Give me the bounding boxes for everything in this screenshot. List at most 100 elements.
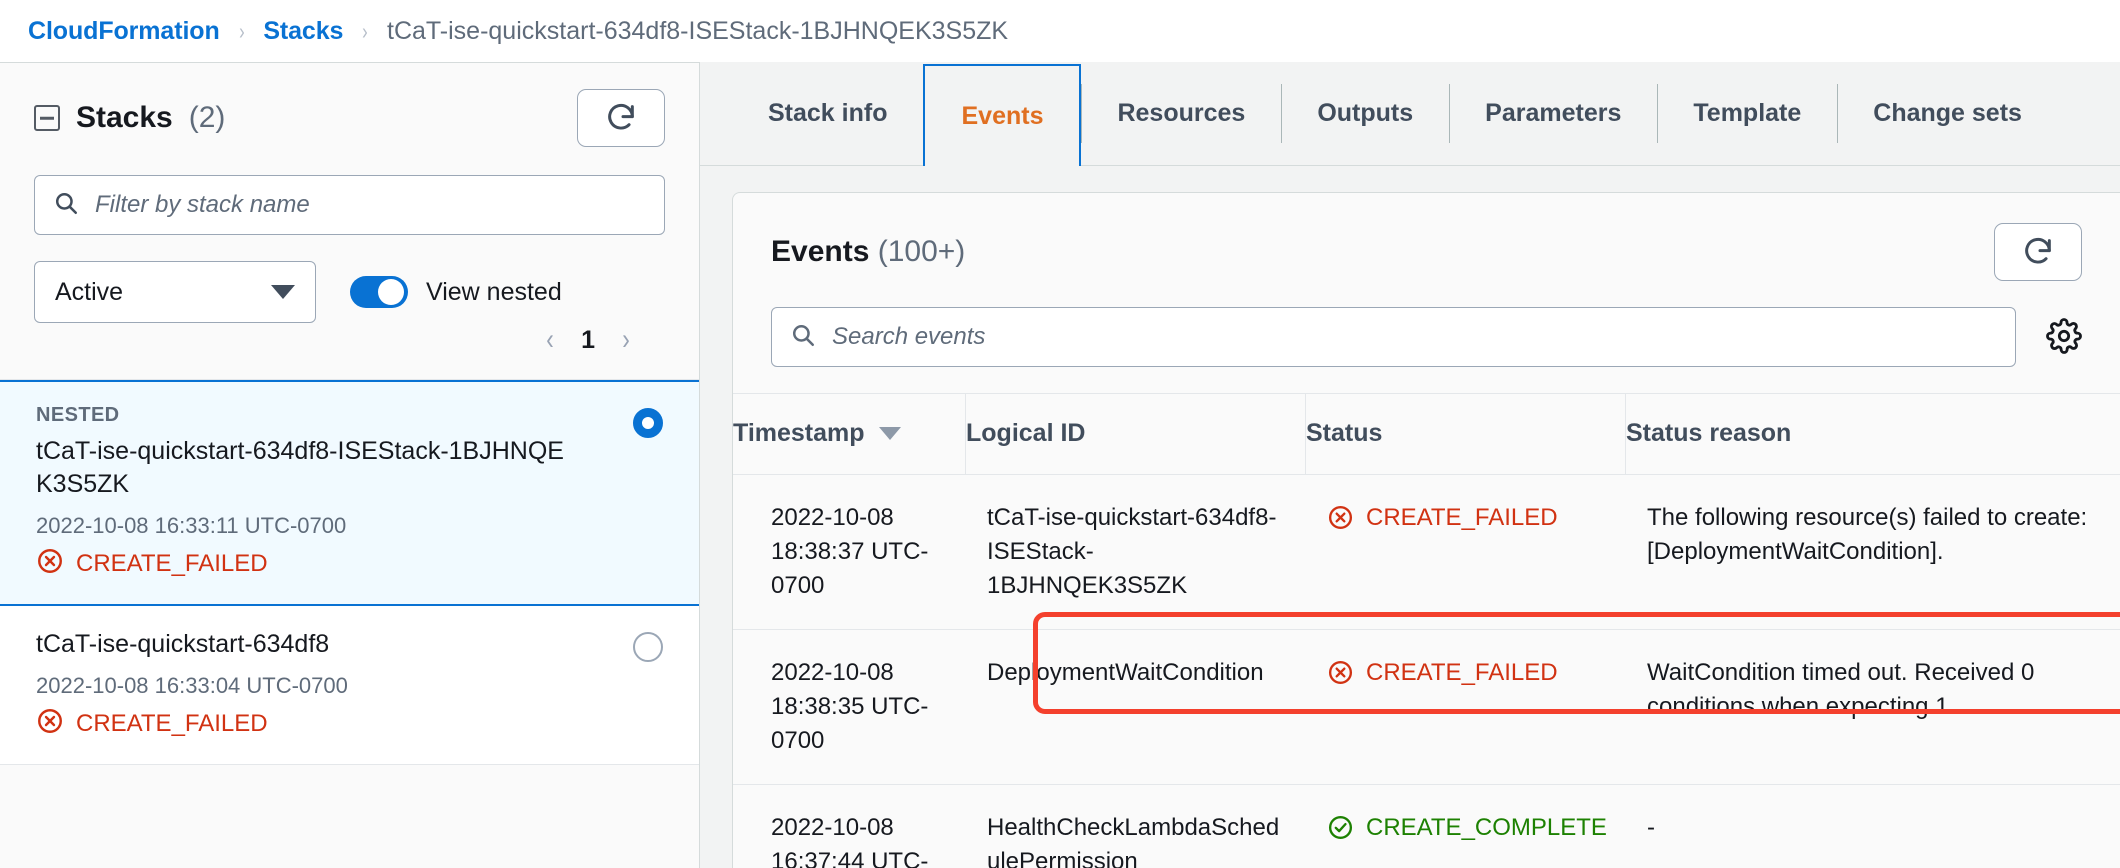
status-badge: CREATE_FAILED [1327, 656, 1601, 696]
error-circle-icon [36, 707, 64, 740]
column-header-logical-id[interactable]: Logical ID [965, 394, 1305, 474]
events-table: Timestamp Logical ID Status Status reaso… [733, 393, 2120, 868]
stacks-header: Stacks (2) [0, 63, 699, 147]
status-badge: CREATE_COMPLETE [1327, 811, 1607, 851]
events-table-row[interactable]: 2022-10-08 16:37:44 UTC-0700 HealthCheck… [733, 785, 2120, 868]
stack-item-name: tCaT-ise-quickstart-634df8 [36, 630, 330, 658]
events-table-row[interactable]: 2022-10-08 18:38:35 UTC-0700 DeploymentW… [733, 630, 2120, 785]
view-nested-toggle[interactable] [350, 276, 408, 308]
events-search-input[interactable] [832, 323, 1997, 351]
events-search-field[interactable] [771, 307, 2016, 367]
status-badge: CREATE_FAILED [1327, 501, 1601, 541]
stack-filter-field[interactable] [34, 175, 665, 235]
stacks-title: Stacks (2) [34, 101, 225, 135]
events-title: Events (100+) [771, 235, 965, 269]
column-header-status[interactable]: Status [1305, 394, 1625, 474]
cell-logical-id: tCaT-ise-quickstart-634df8-ISEStack-1BJH… [987, 503, 1277, 599]
cell-status: CREATE_COMPLETE [1305, 785, 1625, 868]
cell-status: CREATE_FAILED [1305, 630, 1625, 784]
stack-item-status: CREATE_FAILED [36, 707, 633, 740]
events-table-row[interactable]: 2022-10-08 18:38:37 UTC-0700 tCaT-ise-qu… [733, 475, 2120, 630]
gear-icon [2046, 317, 2082, 357]
stacks-controls: Active View nested ‹ 1 › [0, 235, 699, 355]
tab-template[interactable]: Template [1657, 62, 1837, 165]
status-badge-label: CREATE_FAILED [1366, 503, 1558, 531]
chevron-down-icon [271, 285, 295, 299]
view-nested-row: View nested [350, 261, 665, 323]
refresh-icon [604, 101, 638, 135]
stack-item-name: tCaT-ise-quickstart-634df8-ISEStack-1BJH… [36, 437, 564, 498]
cell-timestamp: 2022-10-08 18:38:37 UTC-0700 [771, 503, 929, 599]
stacks-sidebar: Stacks (2) Filter by stack name Active V… [0, 62, 700, 868]
stack-nested-badge: NESTED [36, 404, 120, 426]
events-card: Events (100+) Search events Timestamp Lo… [732, 192, 2120, 868]
nested-and-pagination: View nested ‹ 1 › [350, 261, 665, 355]
stack-detail-tabs: Stack info Events Resources Outputs Para… [700, 62, 2120, 166]
tab-stack-info[interactable]: Stack info [732, 62, 923, 165]
stack-item-radio[interactable] [633, 408, 663, 438]
stack-item-date: 2022-10-08 16:33:04 UTC-0700 [36, 673, 348, 698]
stack-status-select[interactable]: Active [34, 261, 316, 323]
stack-list-item[interactable]: tCaT-ise-quickstart-634df8 2022-10-08 16… [0, 606, 699, 765]
tab-outputs[interactable]: Outputs [1281, 62, 1449, 165]
column-header-timestamp[interactable]: Timestamp [733, 394, 965, 474]
events-table-header: Timestamp Logical ID Status Status reaso… [733, 394, 2120, 475]
stacks-refresh-button[interactable] [577, 89, 665, 147]
tab-change-sets[interactable]: Change sets [1837, 62, 2058, 165]
events-content-area: Events (100+) Search events Timestamp Lo… [700, 166, 2120, 868]
cloudformation-console: CloudFormation › Stacks › tCaT-ise-quick… [0, 0, 2120, 868]
pagination-next-icon[interactable]: › [622, 325, 630, 355]
stack-item-content: NESTED tCaT-ise-quickstart-634df8-ISESta… [36, 404, 633, 580]
tab-events[interactable]: Events [923, 64, 1082, 166]
cell-status: CREATE_FAILED [1305, 475, 1625, 629]
toggle-knob [378, 279, 404, 305]
column-header-status-reason[interactable]: Status reason [1625, 394, 2120, 474]
breadcrumb-item-cloudformation[interactable]: CloudFormation [28, 17, 220, 46]
cell-logical-id: DeploymentWaitCondition [987, 658, 1264, 686]
cell-logical-id: HealthCheckLambdaSchedulePermission [987, 813, 1280, 868]
stack-item-status: CREATE_FAILED [36, 547, 633, 580]
pagination-prev-icon[interactable]: ‹ [546, 325, 554, 355]
stacks-filter-row [0, 147, 699, 235]
refresh-icon [2021, 235, 2055, 269]
stack-filter-input[interactable] [95, 191, 646, 219]
stacks-count: (2) [188, 101, 226, 134]
stack-item-content: tCaT-ise-quickstart-634df8 2022-10-08 16… [36, 628, 633, 740]
events-refresh-button[interactable] [1994, 223, 2082, 281]
column-header-timestamp-label: Timestamp [733, 419, 865, 447]
cell-status-reason: - [1647, 813, 1655, 841]
breadcrumb-separator-icon: › [362, 17, 368, 44]
breadcrumb-separator-icon: › [238, 17, 245, 44]
search-icon [53, 190, 79, 221]
stacks-pagination: ‹ 1 › [350, 325, 665, 355]
cell-status-reason: WaitCondition timed out. Received 0 cond… [1647, 658, 2035, 720]
status-badge-label: CREATE_FAILED [1366, 658, 1558, 686]
stack-list-item[interactable]: NESTED tCaT-ise-quickstart-634df8-ISESta… [0, 380, 699, 606]
events-count: (100+) [877, 235, 966, 268]
breadcrumb: CloudFormation › Stacks › tCaT-ise-quick… [0, 0, 2120, 62]
stacks-title-label: Stacks [76, 101, 173, 134]
stack-item-status-label: CREATE_FAILED [76, 709, 268, 737]
events-settings-button[interactable] [2046, 317, 2082, 357]
breadcrumb-item-stacks[interactable]: Stacks [263, 17, 343, 46]
status-badge-label: CREATE_COMPLETE [1366, 813, 1607, 841]
events-title-label: Events [771, 235, 870, 268]
tab-resources[interactable]: Resources [1081, 62, 1281, 165]
error-circle-icon [1327, 504, 1354, 541]
stack-detail-pane: Stack info Events Resources Outputs Para… [700, 62, 2120, 868]
success-circle-icon [1327, 814, 1354, 851]
events-header: Events (100+) [733, 193, 2120, 281]
collapse-icon[interactable] [34, 105, 60, 131]
cell-status-reason: The following resource(s) failed to crea… [1647, 503, 2088, 565]
error-circle-icon [36, 547, 64, 580]
main-split: Stacks (2) Filter by stack name Active V… [0, 62, 2120, 868]
cell-timestamp: 2022-10-08 16:37:44 UTC-0700 [771, 813, 929, 868]
stack-status-select-value: Active [55, 277, 124, 306]
pagination-page-number[interactable]: 1 [581, 326, 595, 355]
stack-item-radio[interactable] [633, 632, 663, 662]
stack-item-status-label: CREATE_FAILED [76, 549, 268, 577]
cell-timestamp: 2022-10-08 18:38:35 UTC-0700 [771, 658, 929, 754]
tab-parameters[interactable]: Parameters [1449, 62, 1657, 165]
breadcrumb-item-current: tCaT-ise-quickstart-634df8-ISEStack-1BJH… [387, 16, 1009, 45]
events-search-row [733, 281, 2120, 367]
